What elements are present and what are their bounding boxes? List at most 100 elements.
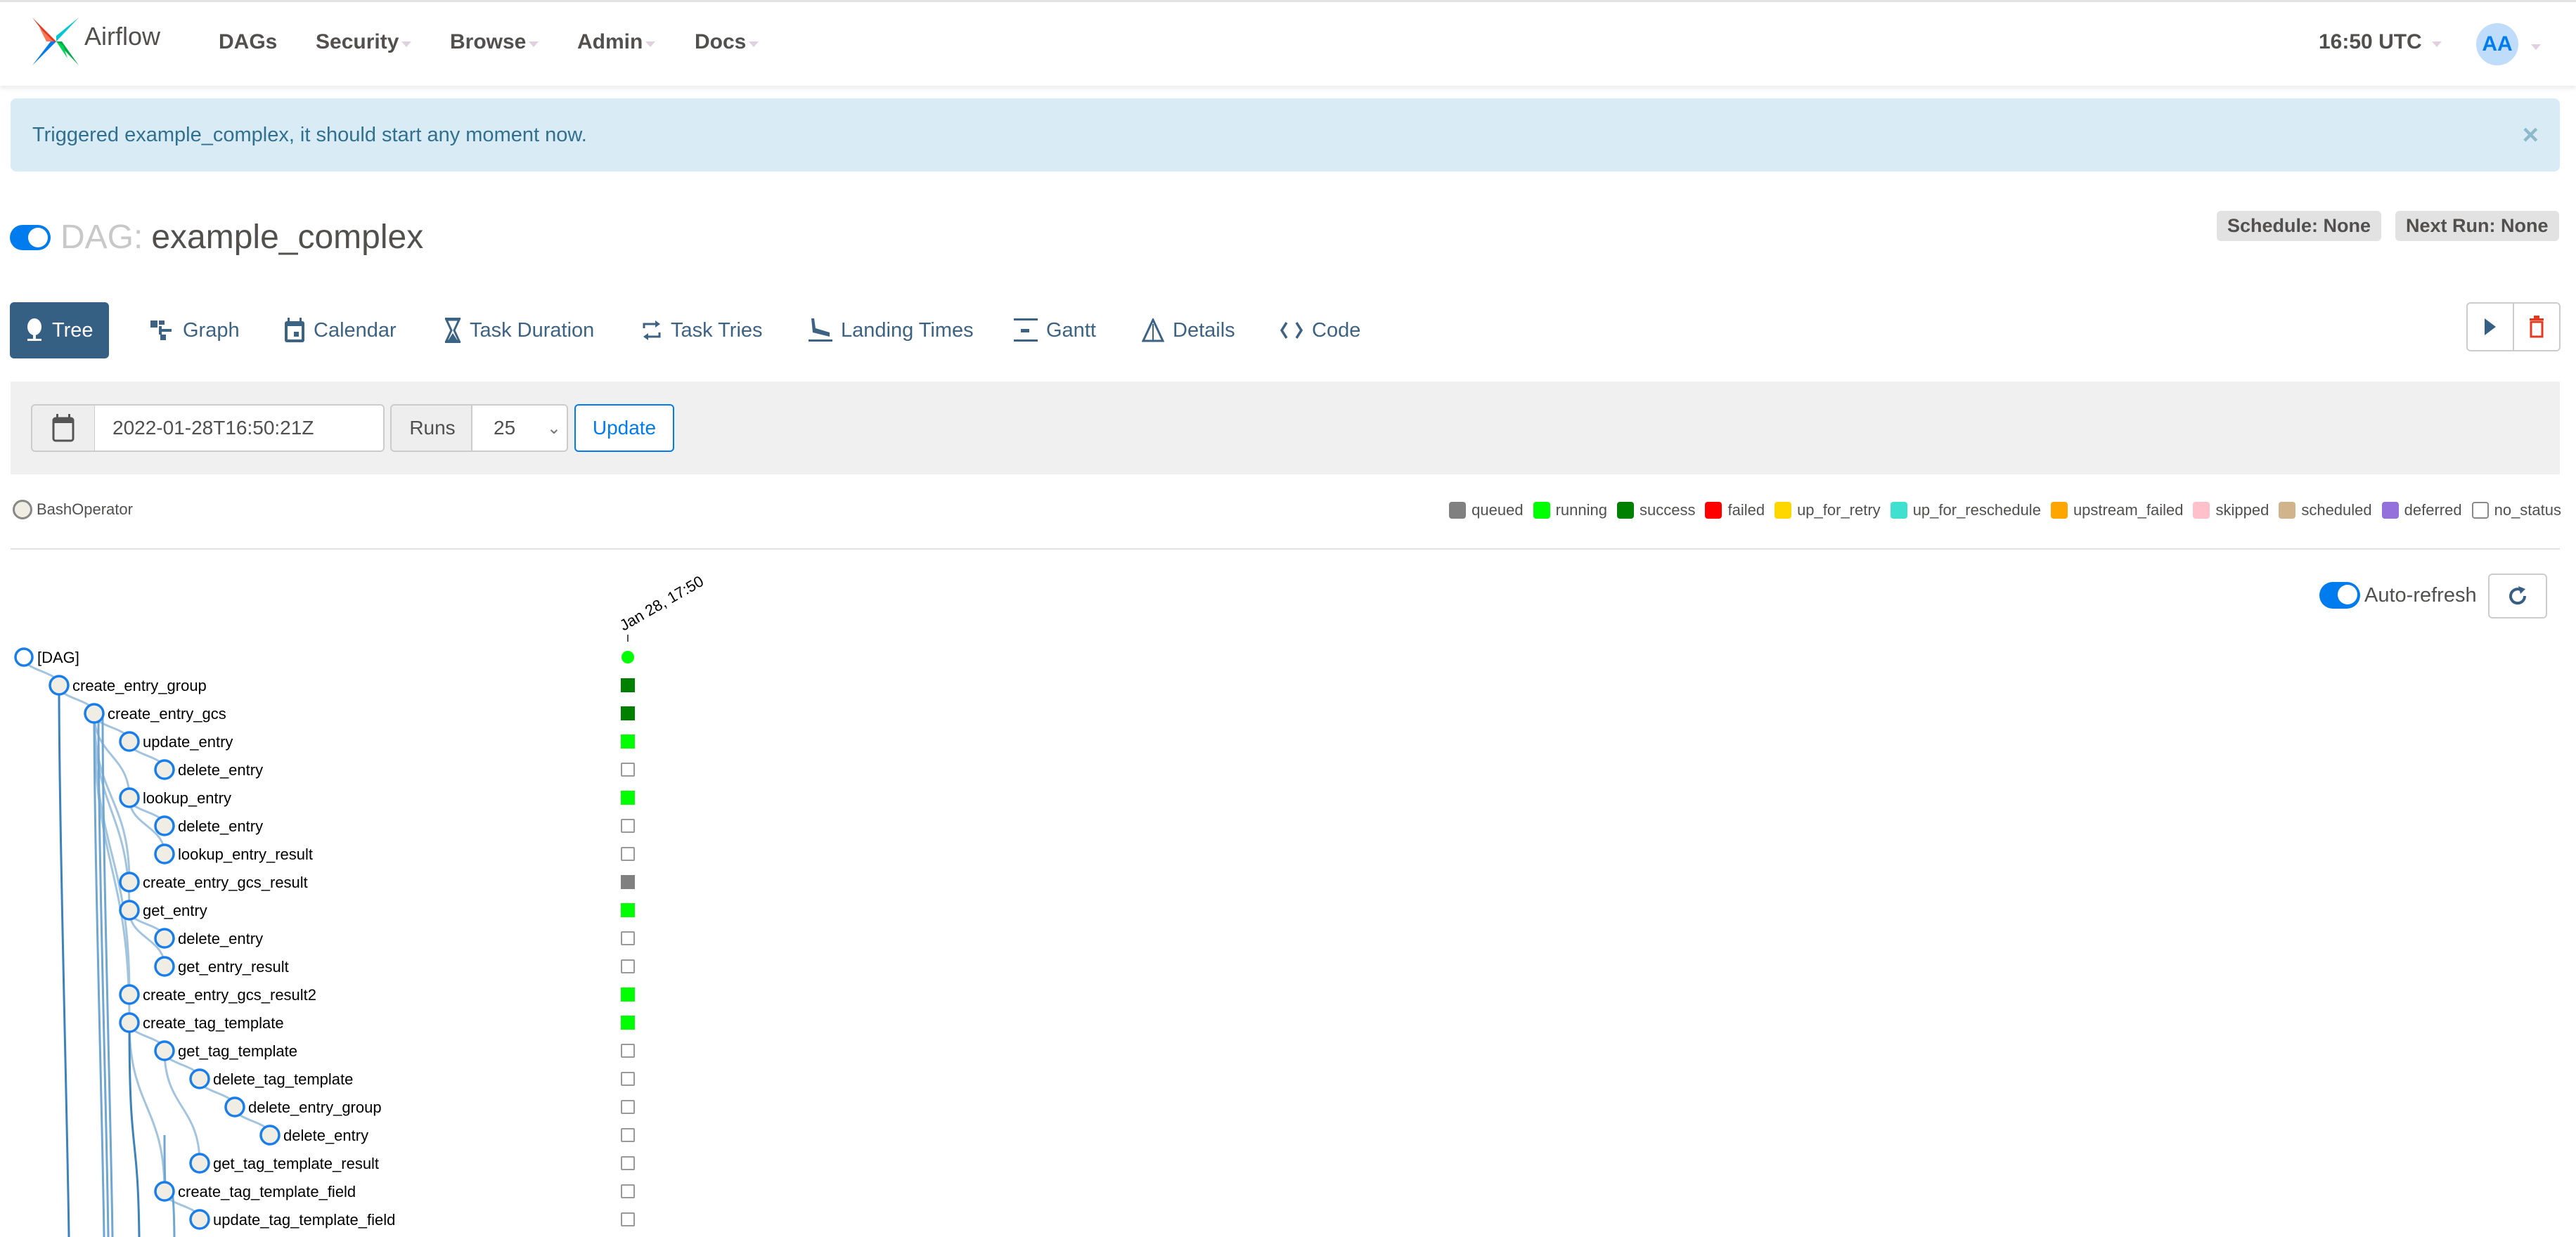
task-instance-status[interactable] (621, 1184, 635, 1198)
task-label[interactable]: lookup_entry_result (178, 846, 313, 863)
task-instance-status[interactable] (621, 931, 635, 945)
task-label[interactable]: delete_entry (178, 817, 263, 835)
tab-tree[interactable]: Tree (10, 302, 109, 358)
legend-item-queued[interactable]: queued (1449, 501, 1524, 519)
task-label[interactable]: get_tag_template (178, 1042, 297, 1060)
tab-task-tries[interactable]: Task Tries (626, 302, 778, 358)
close-icon[interactable]: × (2523, 119, 2539, 151)
task-instance-status[interactable] (621, 1156, 635, 1170)
nav-admin[interactable]: Admin (577, 30, 656, 54)
task-instance-status[interactable] (621, 706, 635, 720)
task-node[interactable] (154, 1181, 175, 1202)
task-node[interactable] (119, 787, 140, 808)
user-caret-down-icon[interactable] (2531, 44, 2541, 50)
task-label[interactable]: create_tag_template (143, 1014, 284, 1032)
task-node[interactable] (224, 1096, 245, 1118)
task-node[interactable] (154, 759, 175, 780)
task-node[interactable] (154, 956, 175, 977)
user-avatar[interactable]: AA (2476, 23, 2518, 65)
task-label[interactable]: lookup_entry (143, 789, 231, 807)
dag-run-status[interactable] (622, 651, 634, 663)
task-instance-status[interactable] (621, 1072, 635, 1086)
task-label[interactable]: create_entry_gcs_result2 (143, 986, 316, 1004)
task-label[interactable]: update_tag_template_field (213, 1211, 395, 1229)
brand-logo-link[interactable]: Airflow (30, 15, 160, 68)
date-picker-button[interactable] (31, 404, 96, 452)
tab-graph[interactable]: Graph (135, 302, 255, 358)
task-instance-status[interactable] (621, 1128, 635, 1142)
timezone-dropdown[interactable]: 16:50 UTC (2319, 30, 2442, 54)
trigger-dag-button[interactable] (2468, 304, 2514, 350)
task-node[interactable] (154, 928, 175, 949)
nav-docs[interactable]: Docs (695, 30, 759, 54)
task-node[interactable] (154, 843, 175, 864)
runs-select[interactable]: 25 ⌄ (471, 404, 568, 452)
legend-item-scheduled[interactable]: scheduled (2279, 501, 2372, 519)
task-label[interactable]: delete_entry (178, 930, 263, 947)
task-node[interactable] (119, 1012, 140, 1033)
task-instance-status[interactable] (621, 1044, 635, 1058)
task-instance-status[interactable] (621, 763, 635, 777)
task-instance-status[interactable] (621, 959, 635, 973)
task-instance-status[interactable] (621, 847, 635, 861)
task-instance-status[interactable] (621, 819, 635, 833)
task-label[interactable]: create_entry_gcs (108, 705, 226, 723)
task-node[interactable] (49, 675, 70, 696)
task-instance-status[interactable] (621, 1212, 635, 1226)
task-node[interactable] (119, 731, 140, 752)
legend-item-upstream-failed[interactable]: upstream_failed (2050, 501, 2183, 519)
task-node[interactable] (189, 1068, 210, 1089)
task-label[interactable]: get_entry_result (178, 958, 289, 976)
task-node[interactable] (119, 900, 140, 921)
task-node[interactable] (119, 984, 140, 1005)
nav-security[interactable]: Security (316, 30, 412, 54)
task-label[interactable]: create_tag_template_field (178, 1183, 356, 1200)
task-label[interactable]: delete_entry (178, 761, 263, 779)
tab-code[interactable]: Code (1264, 302, 1376, 358)
task-label[interactable]: update_entry (143, 733, 233, 751)
task-instance-status[interactable] (621, 1016, 635, 1030)
nav-dags[interactable]: DAGs (219, 30, 277, 54)
dag-node-icon[interactable] (14, 647, 34, 667)
legend-item-running[interactable]: running (1533, 501, 1607, 519)
dag-pause-toggle[interactable] (10, 224, 51, 250)
legend-item-no-status[interactable]: no_status (2471, 501, 2561, 519)
task-node[interactable] (84, 703, 105, 724)
tab-calendar[interactable]: Calendar (269, 302, 412, 358)
nav-browse[interactable]: Browse (450, 30, 539, 54)
task-label[interactable]: create_entry_gcs_result (143, 874, 308, 891)
run-date-label[interactable]: Jan 28, 17:50 (617, 572, 707, 634)
update-button[interactable]: Update (574, 404, 674, 452)
task-instance-status[interactable] (621, 875, 635, 889)
legend-item-failed[interactable]: failed (1705, 501, 1765, 519)
task-instance-status[interactable] (621, 903, 635, 917)
legend-item-deferred[interactable]: deferred (2381, 501, 2462, 519)
legend-item-up-for-reschedule[interactable]: up_for_reschedule (1890, 501, 2041, 519)
legend-item-skipped[interactable]: skipped (2193, 501, 2269, 519)
task-label[interactable]: delete_tag_template (213, 1070, 353, 1088)
task-instance-status[interactable] (621, 987, 635, 1002)
task-label[interactable]: get_tag_template_result (213, 1155, 379, 1172)
task-label[interactable]: get_entry (143, 902, 207, 919)
tab-details[interactable]: Details (1126, 302, 1251, 358)
tab-task-duration[interactable]: Task Duration (429, 302, 610, 358)
task-node[interactable] (119, 872, 140, 893)
task-label[interactable]: delete_entry_group (248, 1099, 382, 1116)
legend-item-up-for-retry[interactable]: up_for_retry (1775, 501, 1881, 519)
task-node[interactable] (154, 815, 175, 836)
task-node[interactable] (259, 1125, 281, 1146)
tab-landing-times[interactable]: Landing Times (793, 302, 989, 358)
task-label[interactable]: create_entry_group (72, 677, 207, 694)
task-instance-status[interactable] (621, 734, 635, 749)
task-instance-status[interactable] (621, 791, 635, 805)
base-date-input[interactable]: 2022-01-28T16:50:21Z (95, 404, 385, 452)
task-node[interactable] (154, 1040, 175, 1061)
task-node[interactable] (189, 1209, 210, 1230)
legend-item-success[interactable]: success (1616, 501, 1695, 519)
task-instance-status[interactable] (621, 1100, 635, 1114)
task-label[interactable]: [DAG] (37, 649, 79, 666)
delete-dag-button[interactable] (2514, 304, 2559, 350)
tab-gantt[interactable]: Gantt (998, 302, 1112, 358)
task-instance-status[interactable] (621, 678, 635, 692)
task-label[interactable]: delete_entry (283, 1127, 368, 1144)
